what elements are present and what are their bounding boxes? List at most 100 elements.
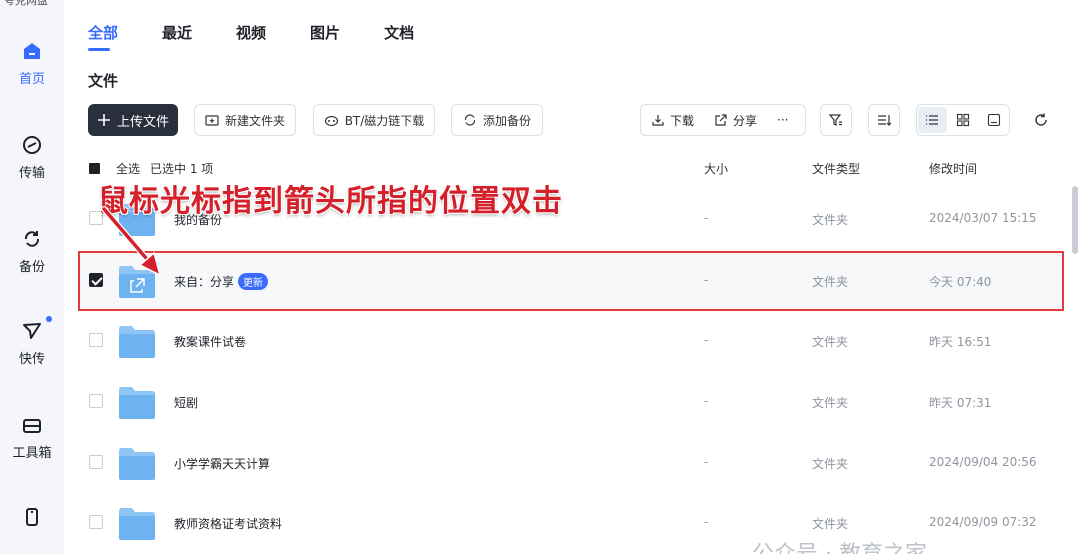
- file-type: 文件夹: [812, 213, 849, 227]
- column-time[interactable]: 修改时间: [929, 160, 977, 177]
- sidebar-item-label: 首页: [18, 72, 45, 87]
- bt-download-button[interactable]: BT/磁力链下载: [313, 104, 435, 136]
- sidebar: 夸克网盘 首页 传输 备份 快传 工具箱: [0, 0, 64, 554]
- toolbox-icon: [23, 419, 41, 433]
- add-backup-button[interactable]: 添加备份: [451, 104, 543, 136]
- folder-icon: [119, 448, 155, 480]
- column-size[interactable]: 大小: [704, 160, 728, 177]
- refresh-icon: [1035, 113, 1047, 126]
- sidebar-item-label: 工具箱: [12, 446, 52, 461]
- sidebar-item-phone[interactable]: [0, 506, 64, 534]
- grid-icon: [956, 113, 970, 127]
- column-type[interactable]: 文件类型: [812, 160, 860, 177]
- preview-icon: [987, 113, 1000, 127]
- select-all-checkbox[interactable]: [89, 163, 100, 174]
- file-name[interactable]: 来自：分享 更新: [174, 273, 269, 290]
- tab-image[interactable]: 图片: [310, 22, 340, 43]
- file-name[interactable]: 教案课件试卷: [174, 333, 246, 350]
- sidebar-item-home[interactable]: 首页: [0, 40, 64, 87]
- sidebar-item-toolbox[interactable]: 工具箱: [0, 414, 64, 461]
- file-type: 文件夹: [812, 517, 849, 531]
- file-name[interactable]: 小学学霸天天计算: [174, 455, 270, 472]
- file-type: 文件夹: [812, 457, 849, 471]
- refresh-button[interactable]: [1026, 104, 1056, 136]
- sidebar-item-transfer[interactable]: 传输: [0, 134, 64, 181]
- select-all-label: 全选: [116, 162, 141, 176]
- file-size: -: [704, 515, 709, 529]
- sort-button[interactable]: [868, 104, 900, 136]
- row-checkbox[interactable]: [89, 394, 103, 408]
- annotation-arrow-icon: [101, 206, 162, 277]
- file-name[interactable]: 教师资格证考试资料: [174, 515, 282, 532]
- category-tabs: 全部 最近 视频 图片 文档: [88, 22, 458, 51]
- row-checkbox[interactable]: [89, 455, 103, 469]
- file-type: 文件夹: [812, 275, 849, 289]
- more-button[interactable]: ···: [767, 105, 798, 135]
- list-icon: [926, 115, 939, 125]
- table-row[interactable]: 小学学霸天天计算 - 文件夹 2024/09/04 20:56: [80, 435, 1062, 491]
- download-button[interactable]: 下载: [641, 105, 704, 135]
- bt-icon: [324, 115, 338, 127]
- folder-icon: [119, 508, 155, 540]
- file-size: -: [704, 333, 709, 347]
- new-folder-label: 新建文件夹: [224, 113, 285, 128]
- tab-recent[interactable]: 最近: [162, 22, 192, 43]
- new-folder-icon: [205, 115, 219, 126]
- file-type: 文件夹: [812, 396, 849, 410]
- share-icon: [715, 114, 727, 126]
- add-backup-label: 添加备份: [482, 113, 531, 128]
- brand-name: 夸克网盘: [4, 0, 48, 7]
- watermark: 公众号 · 教育之家: [752, 536, 927, 554]
- phone-icon: [26, 508, 38, 526]
- new-folder-button[interactable]: 新建文件夹: [194, 104, 296, 136]
- grid-view-button[interactable]: [949, 107, 978, 133]
- preview-view-button[interactable]: [979, 107, 1008, 133]
- file-type: 文件夹: [812, 335, 849, 349]
- folder-icon: [119, 326, 155, 358]
- tab-document[interactable]: 文档: [384, 22, 414, 43]
- file-size: -: [704, 211, 709, 225]
- selected-info: 已选中 1 项: [150, 162, 214, 176]
- file-size: -: [704, 455, 709, 469]
- file-mtime: 今天 07:40: [929, 275, 992, 289]
- row-checkbox[interactable]: [89, 333, 103, 347]
- more-icon: ···: [777, 113, 789, 127]
- file-name[interactable]: 短剧: [174, 394, 198, 411]
- file-size: -: [704, 394, 709, 408]
- download-icon: [652, 115, 664, 126]
- upload-label: 上传文件: [116, 114, 169, 130]
- table-row-selected[interactable]: 来自：分享 更新 - 文件夹 今天 07:40: [78, 251, 1064, 311]
- sidebar-item-send[interactable]: 快传: [0, 316, 64, 367]
- tab-video[interactable]: 视频: [236, 22, 266, 43]
- send-icon: [23, 323, 41, 339]
- page-title: 文件: [88, 72, 119, 90]
- update-badge: 更新: [238, 273, 269, 290]
- filter-icon: [828, 114, 842, 126]
- sidebar-item-label: 传输: [18, 166, 45, 181]
- plus-icon: [97, 114, 110, 126]
- tab-all[interactable]: 全部: [88, 22, 118, 51]
- view-mode-group: [916, 104, 1010, 136]
- backup-icon: [24, 231, 40, 247]
- table-row[interactable]: 短剧 - 文件夹 昨天 07:31: [80, 374, 1062, 430]
- filter-button[interactable]: [820, 104, 852, 136]
- file-mtime: 2024/09/04 20:56: [929, 455, 1037, 469]
- file-size: -: [704, 273, 709, 287]
- folder-icon: [119, 387, 155, 419]
- scrollbar[interactable]: [1072, 186, 1078, 254]
- list-view-button[interactable]: [918, 107, 947, 133]
- download-label: 下载: [670, 113, 695, 128]
- transfer-icon: [23, 136, 41, 154]
- file-mtime: 2024/03/07 15:15: [929, 211, 1037, 225]
- backup-icon: [464, 114, 476, 126]
- table-row[interactable]: 教案课件试卷 - 文件夹 昨天 16:51: [80, 313, 1062, 369]
- share-label: 分享: [733, 113, 758, 128]
- upload-button[interactable]: 上传文件: [88, 104, 178, 136]
- share-button[interactable]: 分享: [704, 105, 767, 135]
- sidebar-item-label: 快传: [18, 352, 45, 367]
- sidebar-item-backup[interactable]: 备份: [0, 228, 64, 275]
- sort-icon: [878, 115, 892, 126]
- row-checkbox[interactable]: [89, 515, 103, 529]
- sidebar-item-label: 备份: [18, 260, 45, 275]
- file-mtime: 昨天 07:31: [929, 396, 992, 410]
